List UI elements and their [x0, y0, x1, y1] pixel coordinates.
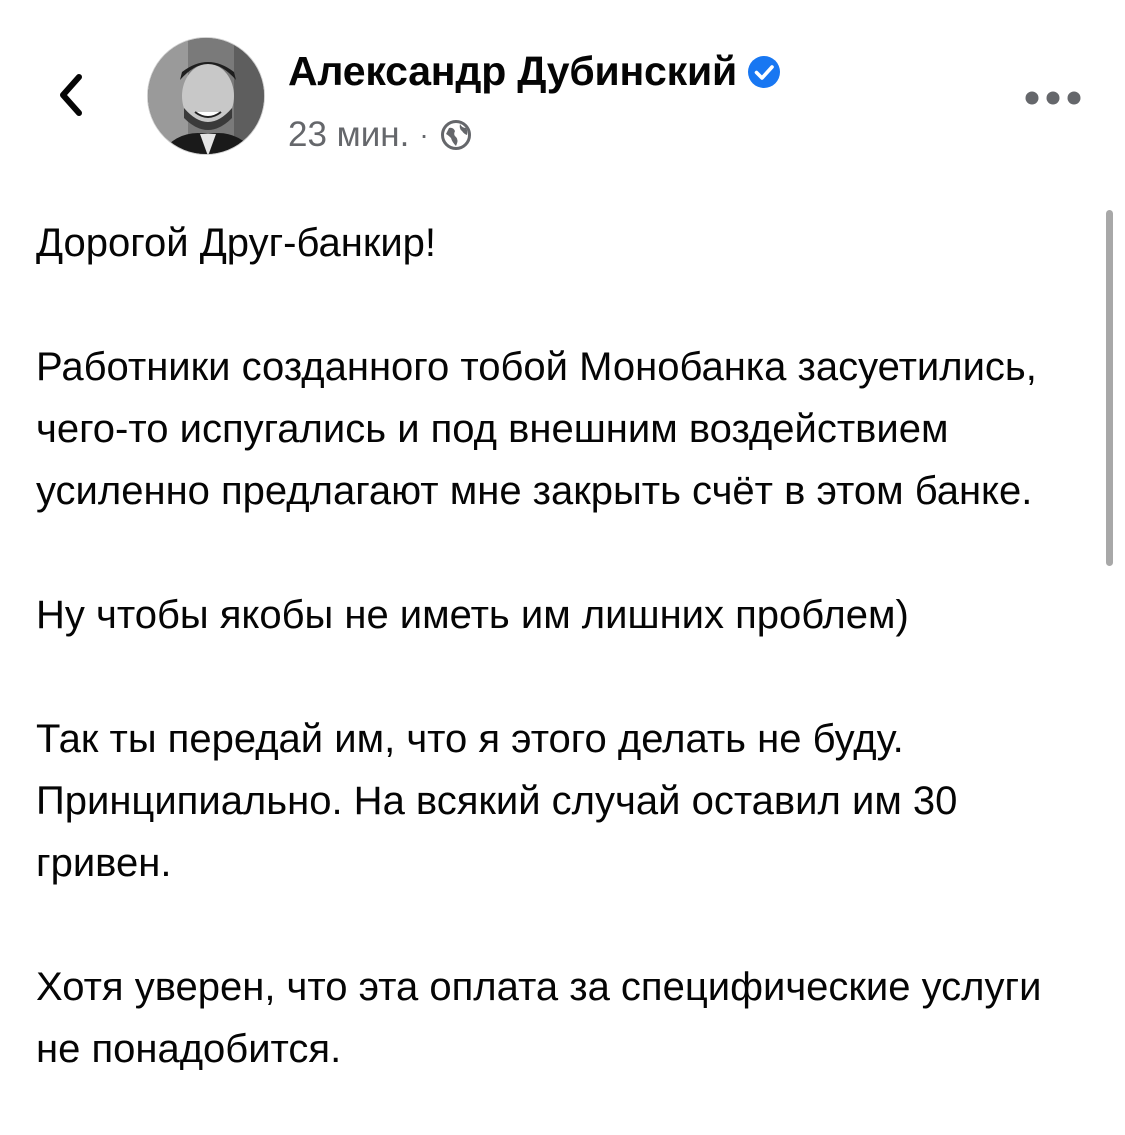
post-body: Дорогой Друг-банкир! Работники созданног…	[36, 212, 1096, 1080]
more-options-icon	[1025, 91, 1081, 105]
back-button[interactable]	[44, 68, 98, 122]
post-paragraph: Работники созданного тобой Монобанка зас…	[36, 345, 1037, 513]
post-timestamp[interactable]: 23 мин.	[288, 115, 409, 155]
author-name[interactable]: Александр Дубинский	[288, 48, 737, 95]
scrollbar[interactable]	[1106, 210, 1113, 566]
post-paragraph: Дорогой Друг-банкир!	[36, 221, 437, 265]
post-meta: 23 мин. ·	[288, 115, 473, 155]
post-paragraph: Ну чтобы якобы не иметь им лишних пробле…	[36, 593, 909, 637]
post-paragraph: Хотя уверен, что эта оплата за специфиче…	[36, 965, 1042, 1071]
more-options-button[interactable]	[1020, 74, 1086, 122]
avatar[interactable]	[147, 37, 265, 155]
globe-icon[interactable]	[439, 118, 473, 152]
chevron-left-icon	[60, 74, 82, 116]
author-line: Александр Дубинский	[288, 48, 781, 95]
meta-separator: ·	[419, 119, 429, 150]
post-header: Александр Дубинский 23 мин. ·	[0, 0, 1125, 180]
avatar-photo	[148, 38, 264, 154]
post-paragraph: Так ты передай им, что я этого делать не…	[36, 717, 958, 885]
verified-badge-icon	[747, 55, 781, 89]
